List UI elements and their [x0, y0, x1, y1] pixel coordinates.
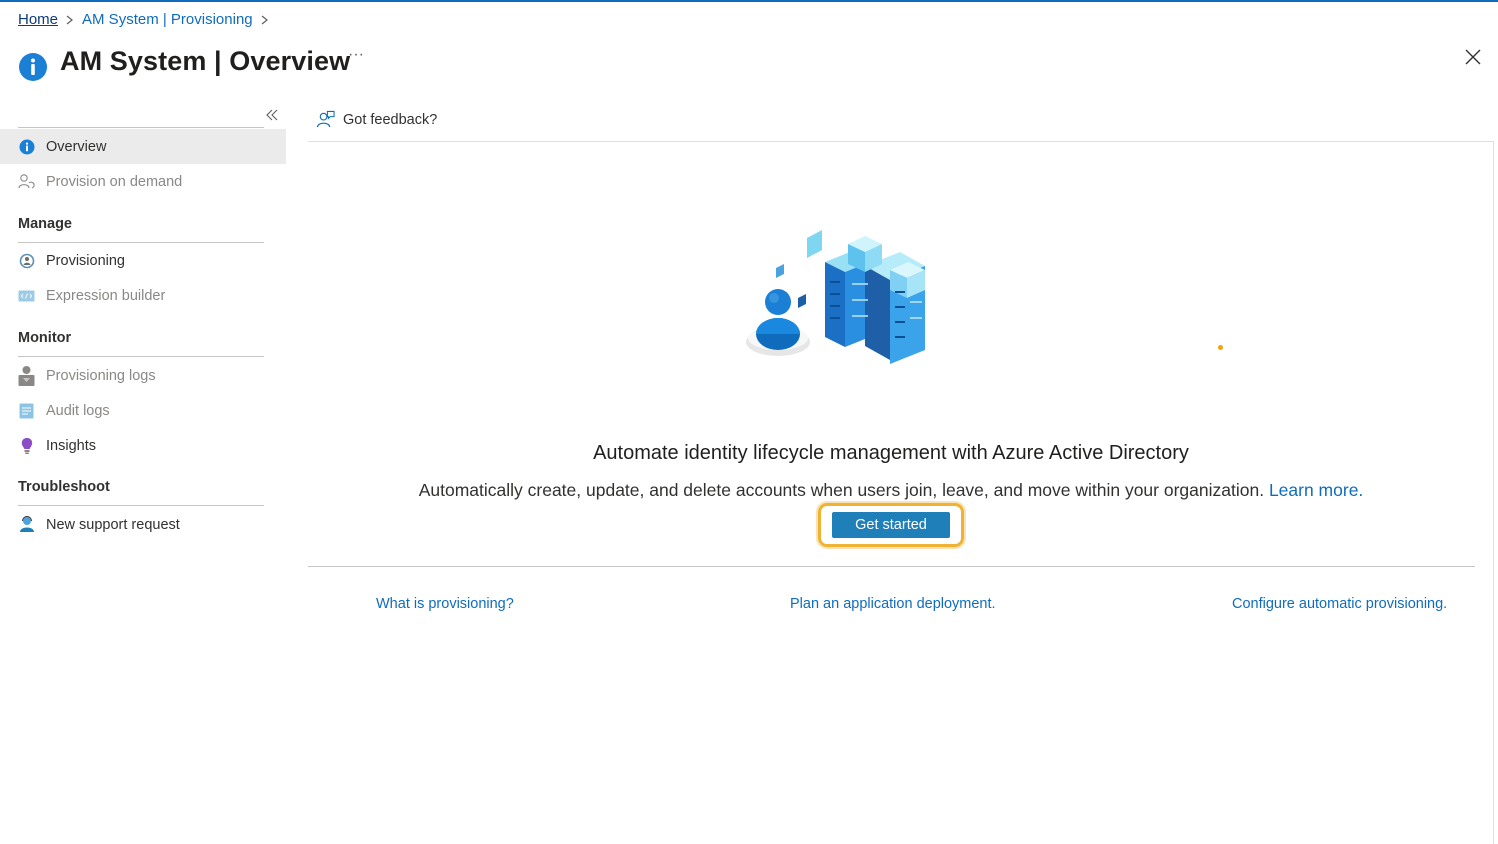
what-is-provisioning-link[interactable]: What is provisioning? [376, 596, 514, 612]
page-header: AM System | Overview ··· [18, 40, 364, 82]
breadcrumb: Home AM System | Provisioning [18, 11, 277, 28]
sidebar-item-audit-logs[interactable]: Audit logs [0, 393, 286, 428]
learn-more-link[interactable]: Learn more. [1269, 480, 1363, 500]
overview-headline: Automate identity lifecycle management w… [593, 442, 1189, 464]
top-accent-line [0, 0, 1498, 2]
feedback-button[interactable]: Got feedback? [316, 110, 437, 129]
sidebar-item-label: Provision on demand [46, 173, 183, 190]
get-started-button[interactable]: Get started [832, 512, 950, 538]
audit-log-icon [18, 402, 35, 419]
breadcrumb-home-link[interactable]: Home [18, 11, 58, 28]
section-heading-monitor: Monitor [18, 330, 72, 346]
sidebar-divider [18, 127, 264, 128]
info-icon [19, 53, 47, 81]
sidebar-item-label: Overview [46, 138, 107, 155]
chevron-right-icon [253, 15, 277, 25]
collapse-sidebar-icon[interactable] [265, 108, 279, 122]
info-icon [18, 138, 35, 155]
close-icon[interactable] [1464, 48, 1482, 66]
sidebar-item-provisioning[interactable]: Provisioning [0, 243, 286, 278]
sidebar-item-label: New support request [46, 516, 180, 533]
command-bar-divider [308, 141, 1494, 142]
overview-description: Automatically create, update, and delete… [308, 480, 1474, 501]
chevron-right-icon [58, 15, 82, 25]
support-person-icon [18, 516, 35, 533]
description-text: Automatically create, update, and delete… [418, 480, 1265, 500]
sidebar-item-label: Provisioning [46, 252, 125, 269]
sidebar-divider [18, 356, 264, 357]
provisioning-icon [18, 252, 35, 269]
page-title: AM System | Overview [60, 45, 351, 76]
content-divider [308, 566, 1475, 567]
sidebar-item-new-support-request[interactable]: New support request [0, 507, 286, 542]
sidebar-item-provisioning-logs[interactable]: Provisioning logs [0, 358, 286, 393]
sidebar-item-provision-on-demand[interactable]: Provision on demand [0, 164, 286, 199]
plan-deployment-link[interactable]: Plan an application deployment. [790, 596, 996, 612]
sidebar-item-insights[interactable]: Insights [0, 428, 286, 463]
breadcrumb-parent-link[interactable]: AM System | Provisioning [82, 11, 253, 28]
sidebar-item-label: Expression builder [46, 287, 166, 304]
more-options-button[interactable]: ··· [348, 46, 364, 64]
section-heading-troubleshoot: Troubleshoot [18, 479, 110, 495]
sidebar-item-label: Insights [46, 437, 96, 454]
feedback-label: Got feedback? [343, 111, 438, 128]
sidebar-item-overview[interactable]: Overview [0, 129, 286, 164]
feedback-person-icon [316, 110, 335, 128]
status-dot [1218, 345, 1223, 350]
sidebar-divider [18, 505, 264, 506]
sidebar-item-expression-builder[interactable]: Expression builder [0, 278, 286, 313]
logs-user-icon [18, 365, 35, 386]
sidebar-item-label: Audit logs [46, 402, 110, 419]
insights-bulb-icon [18, 437, 35, 454]
configure-provisioning-link[interactable]: Configure automatic provisioning. [1232, 596, 1447, 612]
expression-icon [18, 287, 35, 304]
identity-provisioning-illustration [746, 230, 925, 364]
sidebar-item-label: Provisioning logs [46, 367, 156, 384]
section-heading-manage: Manage [18, 216, 72, 232]
content-border [1493, 141, 1494, 844]
user-sync-icon [18, 173, 35, 190]
